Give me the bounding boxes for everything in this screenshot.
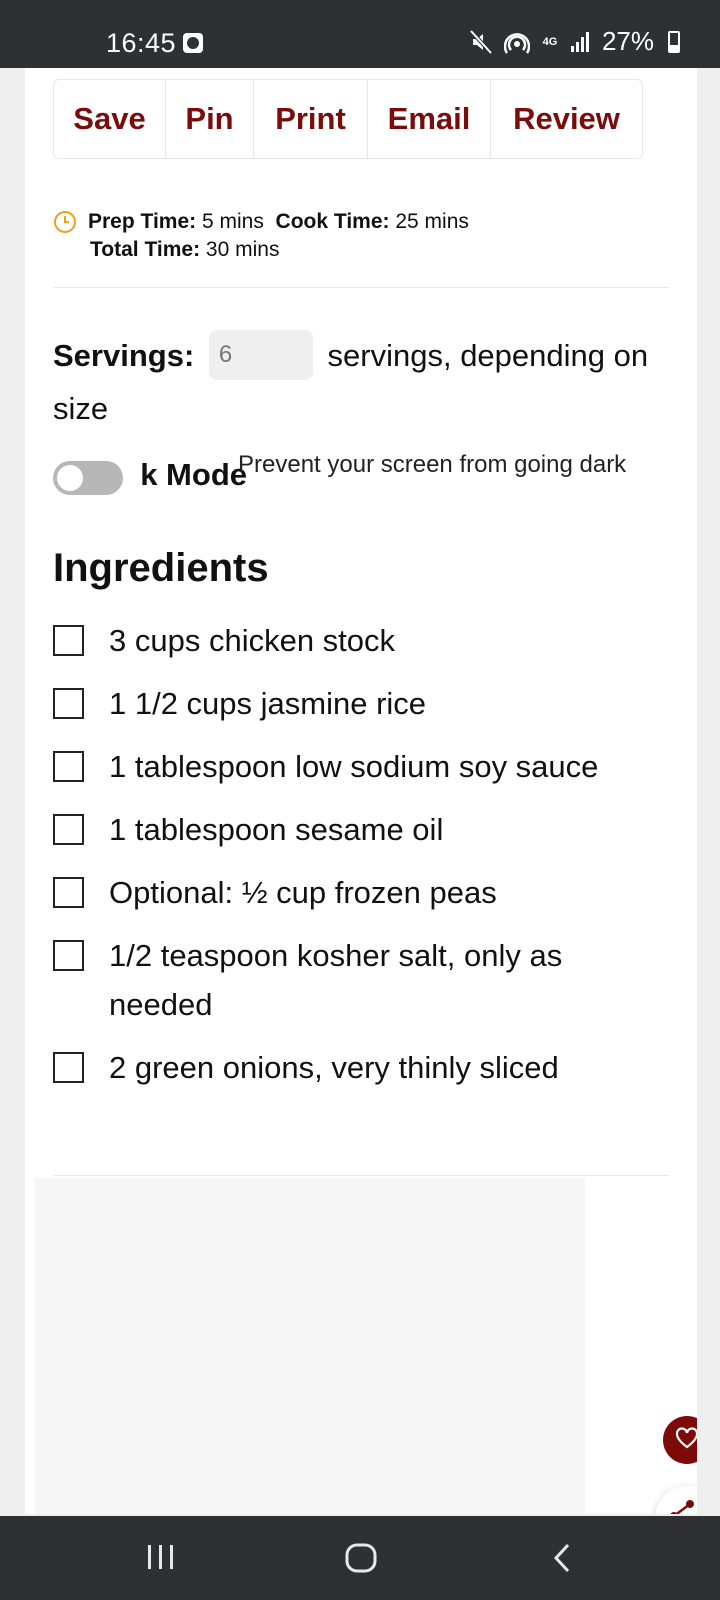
times-line-2: Total Time: 30 mins	[53, 236, 673, 264]
ingredient-checkbox[interactable]	[53, 877, 84, 908]
cook-time-label: Cook Time:	[275, 210, 390, 233]
ingredient-checkbox[interactable]	[53, 625, 84, 656]
ingredient-text: Optional: ½ cup frozen peas	[109, 875, 497, 910]
cook-mode-label: k Mode	[140, 457, 247, 492]
home-icon[interactable]	[344, 1542, 378, 1579]
cook-time-value: 25 mins	[395, 210, 469, 233]
ingredient-text: 1 tablespoon sesame oil	[109, 812, 444, 847]
ingredient-text: 1/2 teaspoon kosher salt, only as needed	[109, 938, 563, 1022]
divider	[53, 1175, 669, 1176]
ingredient-checkbox[interactable]	[53, 688, 84, 719]
share-button[interactable]	[655, 1486, 697, 1514]
ingredient-text: 1 tablespoon low sodium soy sauce	[109, 749, 599, 784]
ingredient-text: 1 1/2 cups jasmine rice	[109, 686, 427, 721]
ingredient-item: 1 tablespoon low sodium soy sauce	[53, 742, 653, 791]
share-icon	[668, 1499, 697, 1514]
back-icon[interactable]	[550, 1542, 574, 1579]
heart-icon	[675, 1426, 697, 1454]
prep-time-label: Prep Time:	[88, 210, 197, 233]
status-bar: 16:45 4G 27%	[0, 0, 720, 68]
battery-percent: 27%	[601, 26, 654, 56]
ingredient-checkbox[interactable]	[53, 814, 84, 845]
ingredient-checkbox[interactable]	[53, 1052, 84, 1083]
ad-placeholder	[35, 1178, 585, 1514]
email-button[interactable]: Email	[368, 80, 491, 158]
ingredient-checkbox[interactable]	[53, 751, 84, 782]
servings-row: Servings: 6 servings, depending on size	[53, 329, 673, 434]
ingredient-text: 3 cups chicken stock	[109, 623, 396, 658]
total-time-label: Total Time:	[90, 238, 201, 261]
divider	[53, 287, 669, 288]
servings-label: Servings:	[53, 338, 195, 373]
recents-icon[interactable]	[146, 1542, 176, 1577]
ingredients-heading: Ingredients	[53, 546, 269, 590]
ingredient-checkbox[interactable]	[53, 940, 84, 971]
favorite-button[interactable]	[663, 1416, 697, 1464]
signal-icon	[570, 31, 590, 52]
ingredient-item: Optional: ½ cup frozen peas	[53, 868, 653, 917]
status-icons: 4G 27%	[469, 26, 680, 57]
prep-time-value: 5 mins	[202, 210, 264, 233]
recipe-card: Save Pin Print Email Review Prep Time: 5…	[25, 68, 697, 1514]
clock-icon	[53, 210, 77, 234]
ingredient-item: 1/2 teaspoon kosher salt, only as needed	[53, 931, 653, 1029]
ingredient-item: 2 green onions, very thinly sliced	[53, 1043, 653, 1092]
ingredient-item: 3 cups chicken stock	[53, 616, 653, 665]
ingredient-item: 1 1/2 cups jasmine rice	[53, 679, 653, 728]
servings-input[interactable]: 6	[208, 329, 313, 380]
mute-icon	[469, 29, 492, 54]
navigation-bar	[0, 1516, 720, 1600]
hotspot-icon	[503, 29, 530, 55]
ingredient-list: 3 cups chicken stock 1 1/2 cups jasmine …	[53, 616, 653, 1106]
save-button[interactable]: Save	[54, 80, 166, 158]
battery-icon	[668, 30, 680, 53]
recipe-times: Prep Time: 5 mins Cook Time: 25 mins Tot…	[53, 208, 673, 264]
total-time-value: 30 mins	[205, 238, 280, 261]
cook-mode-toggle[interactable]	[53, 461, 123, 495]
review-button[interactable]: Review	[491, 80, 642, 158]
times-line-1: Prep Time: 5 mins Cook Time: 25 mins	[53, 208, 673, 236]
cook-mode-row: k Mode Prevent your screen from going da…	[53, 451, 673, 515]
alarm-icon	[183, 33, 203, 53]
ingredient-item: 1 tablespoon sesame oil	[53, 805, 653, 854]
ingredient-text: 2 green onions, very thinly sliced	[109, 1050, 559, 1085]
network-type: 4G	[542, 35, 558, 48]
status-time: 16:45	[106, 28, 177, 58]
cook-mode-description: Prevent your screen from going dark	[238, 451, 627, 478]
recipe-action-bar: Save Pin Print Email Review	[53, 79, 643, 159]
pin-button[interactable]: Pin	[166, 80, 254, 158]
print-button[interactable]: Print	[254, 80, 368, 158]
